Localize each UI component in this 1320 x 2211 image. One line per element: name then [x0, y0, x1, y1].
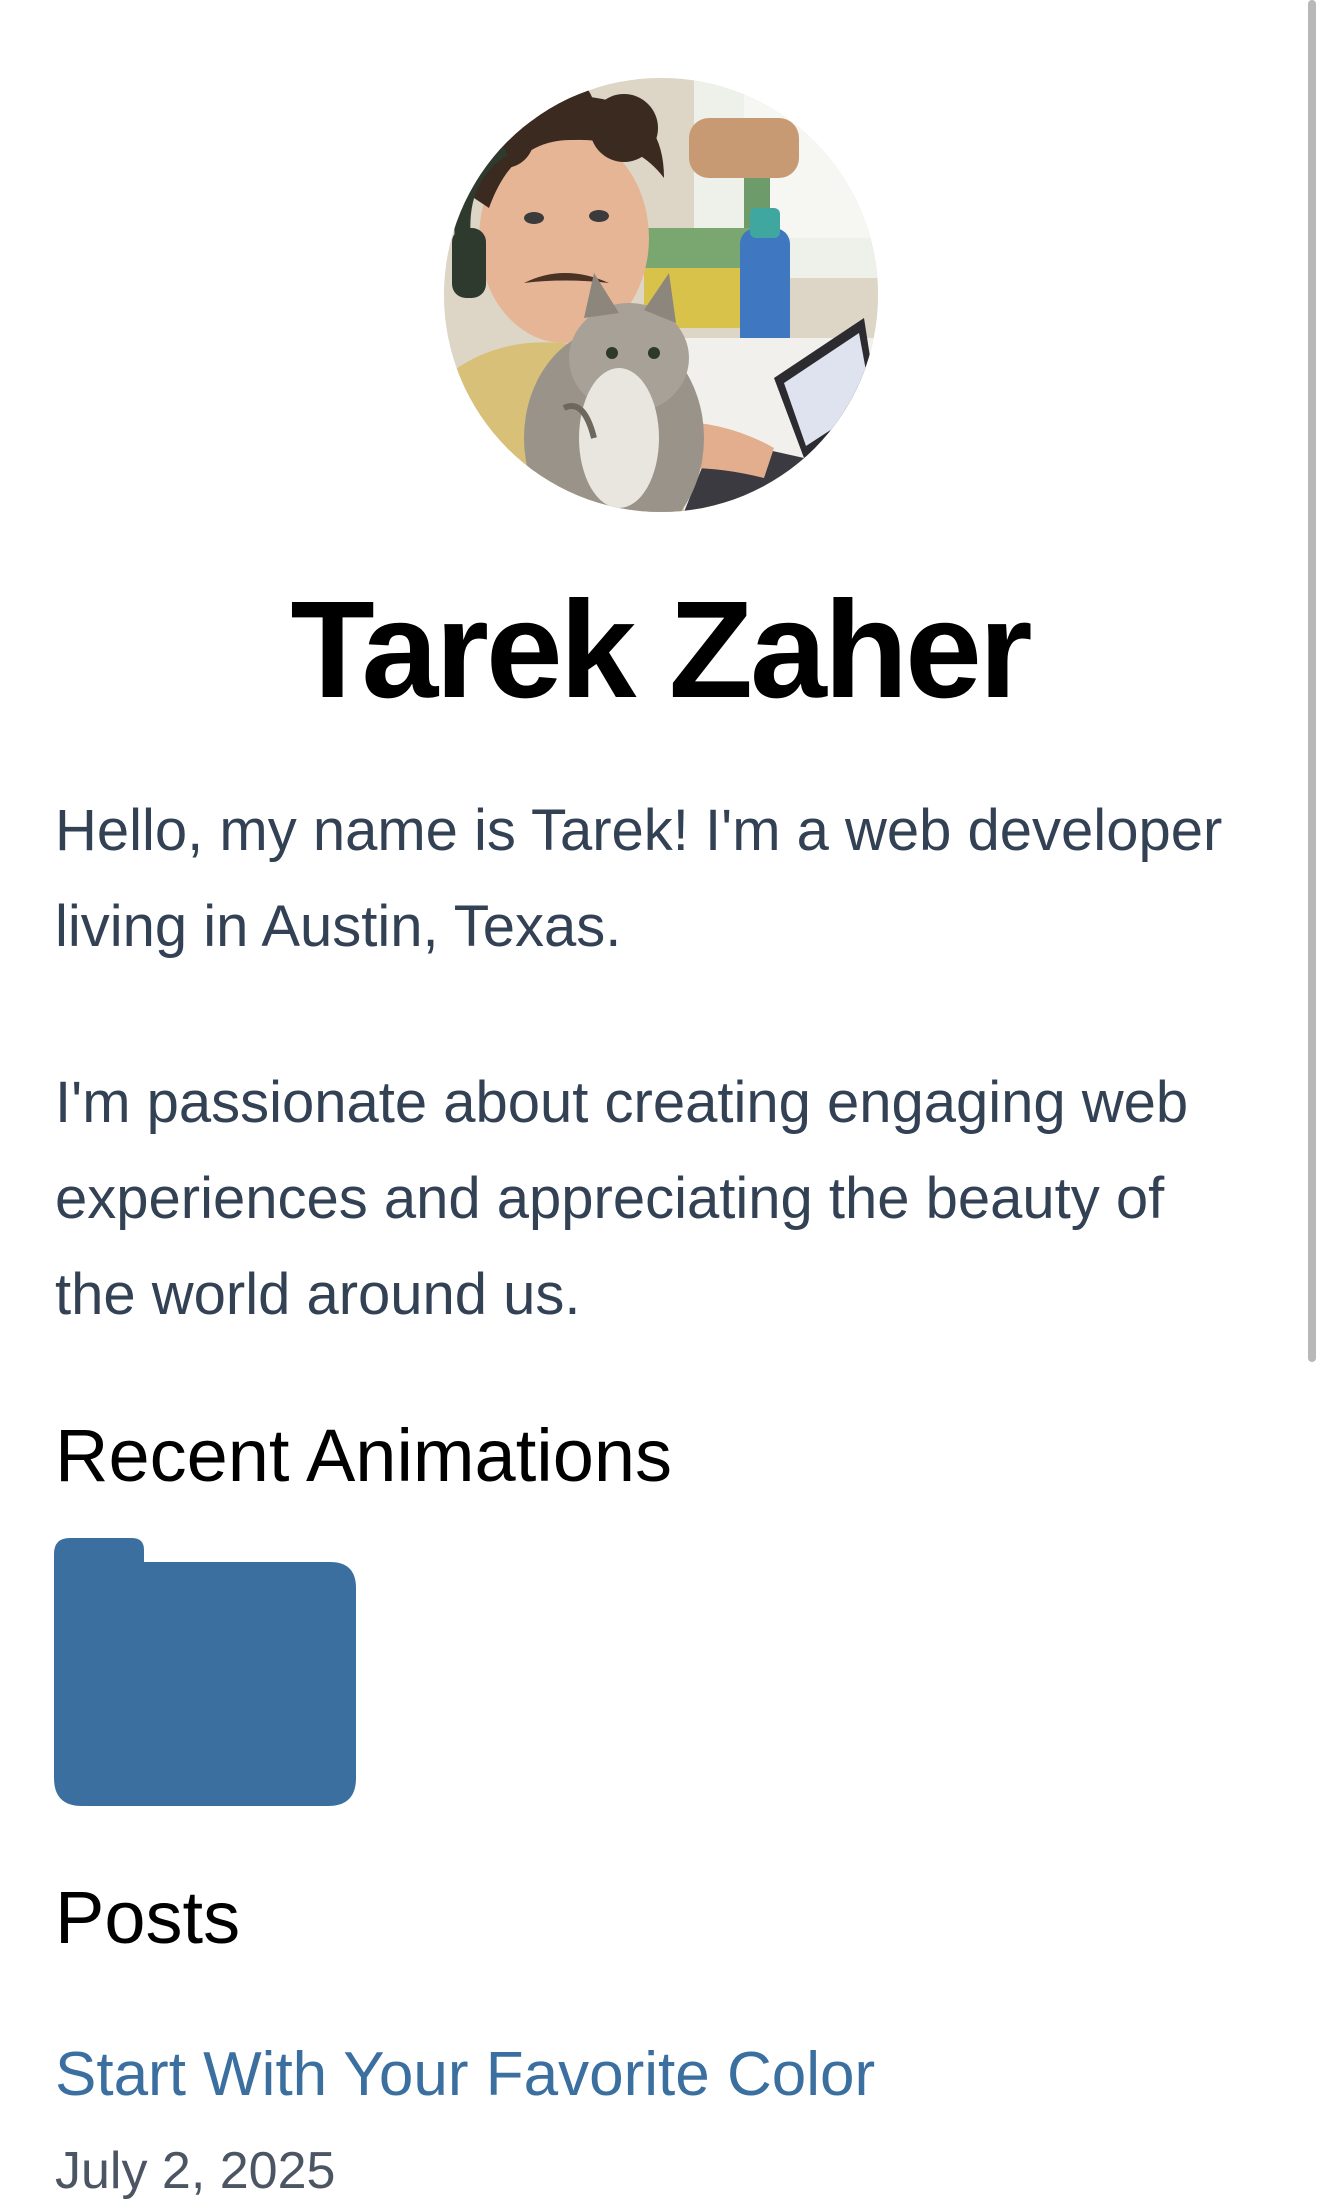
scrollbar[interactable]	[1308, 0, 1316, 2191]
recent-animations-heading: Recent Animations	[55, 1414, 673, 1497]
profile-name: Tarek Zaher	[290, 573, 1032, 727]
bio-paragraph-intro: Hello, my name is Tarek! I'm a web devel…	[55, 798, 1223, 959]
avatar	[444, 78, 878, 512]
animation-folder-item[interactable]	[54, 1538, 356, 1806]
scrollbar-thumb[interactable]	[1308, 0, 1316, 1362]
bio-paragraph-passion: I'm passionate about creating engaging w…	[55, 1070, 1189, 1327]
folder-icon	[54, 1538, 356, 1806]
posts-heading: Posts	[55, 1876, 241, 1959]
post-link[interactable]: Start With Your Favorite Color	[55, 2030, 875, 2120]
avatar-photo	[444, 78, 878, 512]
page: Tarek Zaher Hello, my name is Tarek! I'm…	[0, 0, 1306, 2200]
post-date: July 2, 2025	[55, 2142, 336, 2200]
